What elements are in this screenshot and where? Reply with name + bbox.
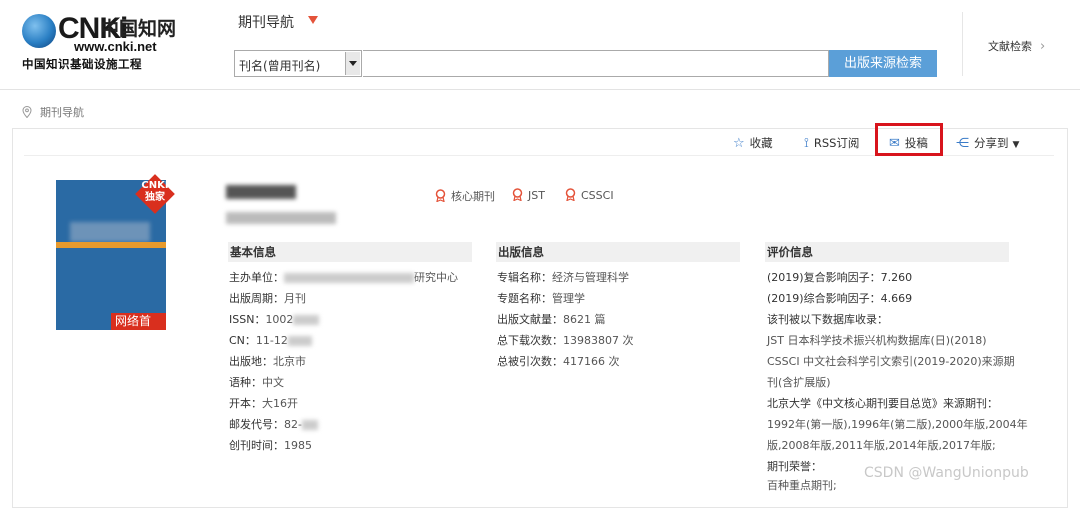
rss-button[interactable]: ⟟ RSS订阅 [804, 135, 859, 151]
eval-info-heading: 评价信息 [765, 242, 1009, 262]
basic-info-row: ISSN：1002 [229, 309, 320, 330]
basic-info-row: 开本：大16开 [229, 397, 298, 410]
blurred-value [301, 420, 318, 430]
share-button[interactable]: ⋲ 分享到 ▼ [956, 135, 1019, 151]
chevron-right-icon: › [1040, 39, 1046, 54]
eval-info-line: (2019)复合影响因子：7.260 [767, 271, 913, 284]
breadcrumb: 期刊导航 [22, 104, 84, 120]
publish-info-heading: 出版信息 [496, 242, 740, 262]
logo-subtitle: 中国知识基础设施工程 [22, 57, 142, 71]
publish-info-row: 专题名称：管理学 [497, 292, 585, 305]
share-icon: ⋲ [956, 136, 969, 151]
caret-down-icon[interactable] [308, 16, 318, 24]
basic-info-row: 主办单位： 研究中心 [229, 271, 458, 284]
csdn-watermark: CSDN @WangUnionpub [864, 465, 1029, 481]
dropdown-arrow-icon[interactable] [345, 52, 360, 75]
star-icon: ☆ [733, 136, 745, 151]
favorite-button[interactable]: ☆ 收藏 [733, 135, 773, 151]
eval-info-line: 北京大学《中文核心期刊要目总览》来源期刊： [767, 397, 998, 410]
basic-info-row: 语种：中文 [229, 376, 284, 389]
basic-info-row: CN：11-12 [229, 330, 312, 351]
badge-label: CSSCI [581, 189, 614, 202]
header-divider [962, 12, 963, 76]
breadcrumb-item[interactable]: 期刊导航 [40, 106, 84, 119]
publish-info-row: 专辑名称：经济与管理科学 [497, 271, 629, 284]
eval-info-line: 百种重点期刊; [767, 479, 837, 492]
cnki-logo[interactable]: CNKi 中国知网 www.cnki.net 中国知识基础设施工程 [22, 12, 192, 72]
source-search-button[interactable]: 出版来源检索 [829, 50, 937, 77]
publish-info-row: 总下载次数：13983807 次 [497, 334, 634, 347]
eval-info-line: 刊(含扩展版) [767, 376, 831, 389]
basic-info-row: 出版周期：月刊 [229, 292, 306, 305]
cnki-exclusive-badge: CNKI 独家 [135, 174, 175, 214]
doc-search-label: 文献检索 [988, 40, 1032, 53]
award-icon [565, 188, 576, 201]
basic-info-heading: 基本信息 [228, 242, 472, 262]
search-type-select[interactable]: 刊名(曾用刊名) [234, 50, 362, 77]
favorite-label: 收藏 [749, 136, 773, 150]
top-header: CNKi 中国知网 www.cnki.net 中国知识基础设施工程 期刊导航 刊… [0, 0, 1080, 90]
journal-nav-title[interactable]: 期刊导航 [238, 12, 294, 32]
publish-info-row: 总被引次数：417166 次 [497, 355, 620, 368]
badge-top-text: CNKI [141, 180, 169, 191]
doc-search-link[interactable]: 文献检索 › [988, 38, 1045, 54]
eval-info-line: JST 日本科学技术振兴机构数据库(日)(2018) [767, 334, 987, 347]
search-type-value: 刊名(曾用刊名) [239, 59, 321, 73]
blurred-value [293, 315, 320, 325]
rss-icon: ⟟ [804, 136, 809, 151]
core-journal-badge: 核心期刊 [435, 188, 495, 204]
journal-title-blurred [226, 185, 296, 199]
basic-info-row: 邮发代号：82- [229, 414, 318, 435]
share-label: 分享到 [974, 136, 1009, 150]
badge-bottom-text: 独家 [145, 192, 165, 203]
globe-icon [22, 14, 56, 48]
eval-info-line: (2019)综合影响因子：4.669 [767, 292, 913, 305]
publish-info-row: 出版文献量：8621 篇 [497, 313, 606, 326]
online-first-tag: 网络首发 [111, 313, 166, 330]
jst-badge: JST [512, 188, 545, 202]
journal-subtitle-blurred [226, 212, 336, 224]
eval-info-line: 期刊荣誉： [767, 460, 822, 473]
caret-down-icon: ▼ [1012, 140, 1020, 150]
logo-url: www.cnki.net [74, 39, 157, 54]
blurred-value [287, 336, 312, 346]
basic-info-row: 创刊时间：1985 [229, 439, 312, 452]
submit-highlight-box [875, 123, 943, 156]
cover-title-blur [70, 222, 150, 242]
eval-info-line: 版,2008年版,2011年版,2014年版,2017年版; [767, 439, 996, 452]
award-icon [435, 189, 446, 202]
award-icon [512, 188, 523, 201]
eval-info-line: CSSCI 中文社会科学引文索引(2019-2020)来源期 [767, 355, 1015, 368]
badge-label: JST [528, 189, 545, 202]
badge-label: 核心期刊 [451, 190, 495, 203]
eval-info-line: 1992年(第一版),1996年(第二版),2000年版,2004年 [767, 418, 1028, 431]
cssci-badge: CSSCI [565, 188, 614, 202]
search-input[interactable] [363, 50, 829, 77]
eval-info-line: 该刊被以下数据库收录： [767, 313, 888, 326]
cover-stripe [56, 242, 166, 248]
location-pin-icon [22, 106, 32, 118]
basic-info-row: 出版地：北京市 [229, 355, 306, 368]
blurred-value [284, 273, 414, 283]
logo-brand-cn: 中国知网 [100, 18, 177, 40]
rss-label: RSS订阅 [813, 136, 860, 150]
